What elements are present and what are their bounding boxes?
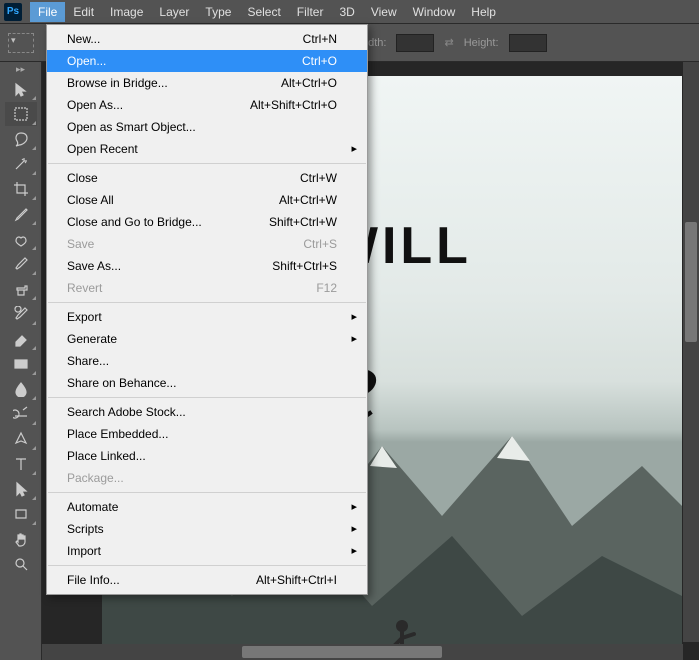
type-tool[interactable] <box>5 452 37 476</box>
healing-brush-tool[interactable] <box>5 227 37 251</box>
path-selection-tool[interactable] <box>5 477 37 501</box>
menu-select[interactable]: Select <box>239 2 288 22</box>
history-brush-tool[interactable] <box>5 302 37 326</box>
menu-type[interactable]: Type <box>197 2 239 22</box>
menu-image[interactable]: Image <box>102 2 151 22</box>
menu-filter[interactable]: Filter <box>289 2 332 22</box>
menu-separator <box>48 565 366 566</box>
menu-item-open-recent[interactable]: Open Recent <box>47 138 367 160</box>
menu-item-revert: RevertF12 <box>47 277 367 299</box>
blur-tool[interactable] <box>5 377 37 401</box>
menu-item-share[interactable]: Share... <box>47 350 367 372</box>
menu-3d[interactable]: 3D <box>331 2 362 22</box>
menu-separator <box>48 302 366 303</box>
magic-wand-tool[interactable] <box>5 152 37 176</box>
menu-item-file-info[interactable]: File Info...Alt+Shift+Ctrl+I <box>47 569 367 591</box>
menu-item-place-embedded[interactable]: Place Embedded... <box>47 423 367 445</box>
crop-tool[interactable] <box>5 177 37 201</box>
menu-window[interactable]: Window <box>405 2 464 22</box>
lasso-tool[interactable] <box>5 127 37 151</box>
menu-layer[interactable]: Layer <box>151 2 197 22</box>
menu-help[interactable]: Help <box>463 2 504 22</box>
menu-item-open-as-smart-object[interactable]: Open as Smart Object... <box>47 116 367 138</box>
rectangular-marquee-tool[interactable] <box>5 102 37 126</box>
zoom-tool[interactable] <box>5 552 37 576</box>
tools-panel: ▸▸ <box>0 62 42 660</box>
menu-view[interactable]: View <box>363 2 405 22</box>
menu-item-close-all[interactable]: Close AllAlt+Ctrl+W <box>47 189 367 211</box>
height-label: Height: <box>464 37 499 49</box>
eyedropper-tool[interactable] <box>5 202 37 226</box>
menubar: Ps FileEditImageLayerTypeSelectFilter3DV… <box>0 0 699 24</box>
menu-item-scripts[interactable]: Scripts <box>47 518 367 540</box>
move-tool[interactable] <box>5 77 37 101</box>
menu-item-search-adobe-stock[interactable]: Search Adobe Stock... <box>47 401 367 423</box>
menu-item-close[interactable]: CloseCtrl+W <box>47 167 367 189</box>
tool-preset-picker[interactable] <box>8 33 34 53</box>
menu-item-package: Package... <box>47 467 367 489</box>
menu-separator <box>48 163 366 164</box>
menu-item-place-linked[interactable]: Place Linked... <box>47 445 367 467</box>
toolbar-toggle-icon[interactable]: ▸▸ <box>0 62 41 76</box>
menu-item-automate[interactable]: Automate <box>47 496 367 518</box>
brush-tool[interactable] <box>5 252 37 276</box>
hand-tool[interactable] <box>5 527 37 551</box>
eraser-tool[interactable] <box>5 327 37 351</box>
scrollbar-thumb[interactable] <box>242 646 442 658</box>
scrollbar-thumb[interactable] <box>685 222 697 342</box>
rectangle-tool[interactable] <box>5 502 37 526</box>
gradient-tool[interactable] <box>5 352 37 376</box>
menu-edit[interactable]: Edit <box>65 2 102 22</box>
width-field <box>396 34 434 52</box>
menu-item-import[interactable]: Import <box>47 540 367 562</box>
horizontal-scrollbar[interactable] <box>42 644 683 660</box>
dodge-tool[interactable] <box>5 402 37 426</box>
menu-separator <box>48 492 366 493</box>
menu-item-save-as[interactable]: Save As...Shift+Ctrl+S <box>47 255 367 277</box>
menu-item-save: SaveCtrl+S <box>47 233 367 255</box>
menu-item-generate[interactable]: Generate <box>47 328 367 350</box>
file-menu-dropdown: New...Ctrl+NOpen...Ctrl+OBrowse in Bridg… <box>46 24 368 595</box>
menu-item-share-on-behance[interactable]: Share on Behance... <box>47 372 367 394</box>
menu-item-browse-in-bridge[interactable]: Browse in Bridge...Alt+Ctrl+O <box>47 72 367 94</box>
menu-item-open-as[interactable]: Open As...Alt+Shift+Ctrl+O <box>47 94 367 116</box>
menu-file[interactable]: File <box>30 2 65 22</box>
swap-icon: ⇄ <box>444 36 453 49</box>
menu-item-new[interactable]: New...Ctrl+N <box>47 28 367 50</box>
menu-separator <box>48 397 366 398</box>
app-logo: Ps <box>4 3 22 21</box>
menu-item-export[interactable]: Export <box>47 306 367 328</box>
clone-stamp-tool[interactable] <box>5 277 37 301</box>
height-field <box>509 34 547 52</box>
vertical-scrollbar[interactable] <box>683 62 699 642</box>
menu-item-open[interactable]: Open...Ctrl+O <box>47 50 367 72</box>
pen-tool[interactable] <box>5 427 37 451</box>
menu-item-close-and-go-to-bridge[interactable]: Close and Go to Bridge...Shift+Ctrl+W <box>47 211 367 233</box>
